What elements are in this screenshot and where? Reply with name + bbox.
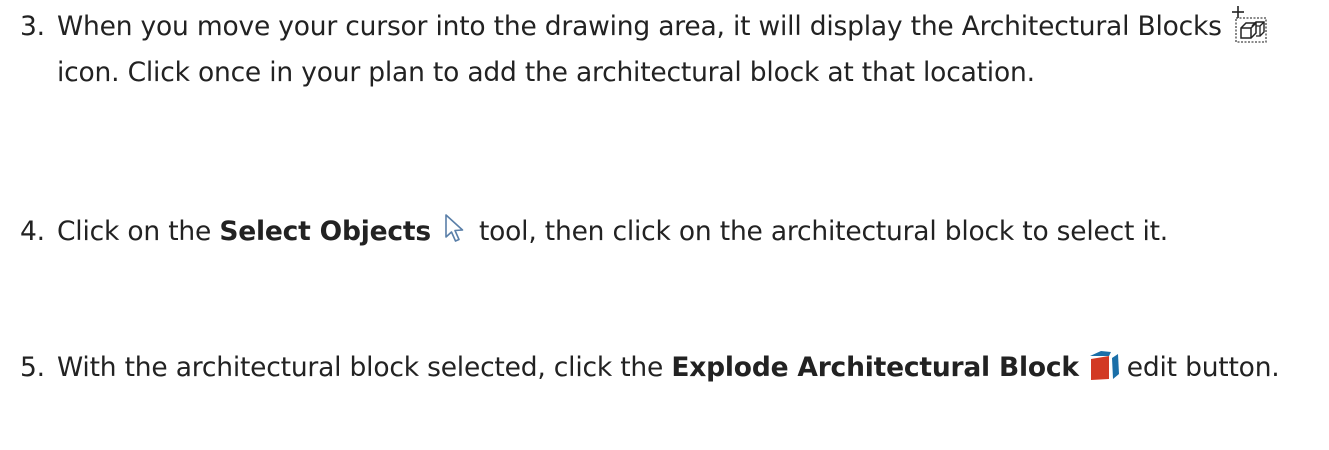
step-text-part: With the architectural block selected, c… — [57, 352, 664, 383]
tool-name: Explode Architectural Block — [671, 352, 1079, 383]
select-objects-icon — [443, 213, 469, 247]
step-4: 4. Click on the Select Objects tool, the… — [20, 209, 1320, 255]
step-text-part: When you move your cursor into the drawi… — [57, 11, 1222, 42]
step-text-part: Click on the — [57, 216, 212, 247]
step-text-part: edit button. — [1126, 352, 1280, 383]
step-text: Click on the Select Objects tool, then c… — [57, 209, 1320, 255]
step-text: With the architectural block selected, c… — [57, 345, 1320, 391]
step-number: 3. — [20, 11, 45, 42]
step-number: 4. — [20, 216, 45, 247]
architectural-blocks-icon — [1231, 4, 1268, 44]
step-text-part: icon. Click once in your plan to add the… — [57, 57, 1035, 88]
step-3: 3. When you move your cursor into the dr… — [20, 4, 1320, 96]
explode-architectural-block-icon — [1089, 350, 1121, 382]
step-number: 5. — [20, 352, 45, 383]
tool-name: Select Objects — [219, 216, 431, 247]
step-text-part: tool, then click on the architectural bl… — [478, 216, 1169, 247]
step-text: When you move your cursor into the drawi… — [57, 4, 1320, 96]
step-5: 5. With the architectural block selected… — [20, 345, 1320, 391]
